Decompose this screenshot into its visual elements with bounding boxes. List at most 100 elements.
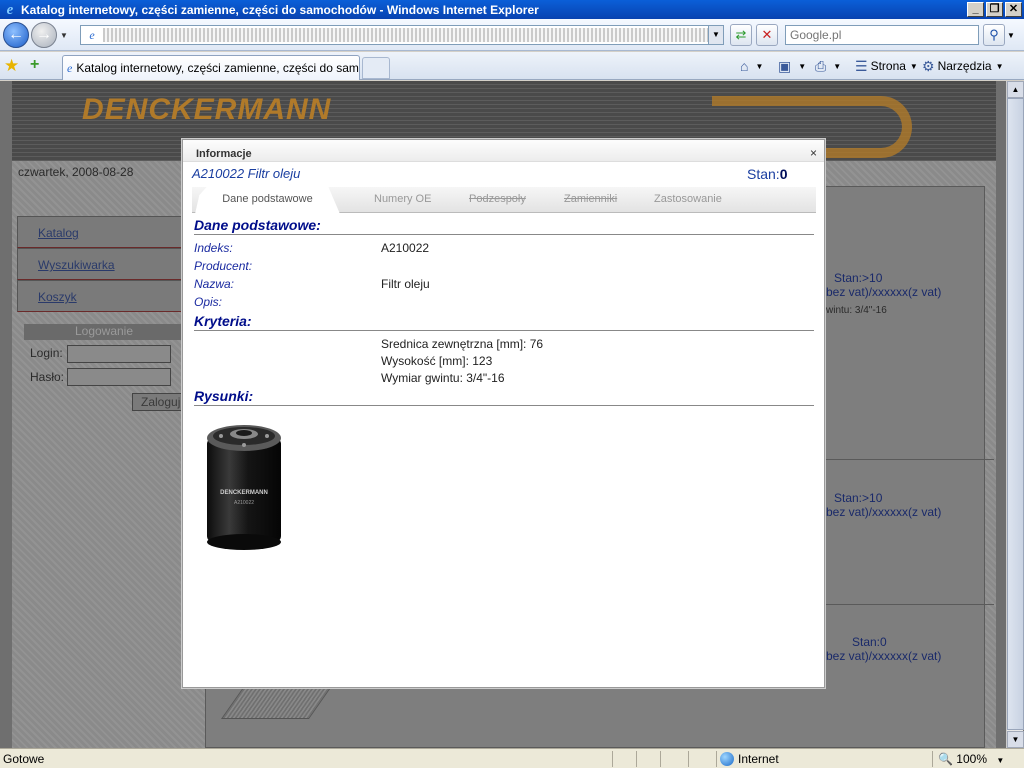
product-thread: wintu: 3/4"-16 bbox=[826, 305, 887, 316]
scroll-thumb[interactable] bbox=[1007, 98, 1024, 730]
history-dropdown-icon[interactable]: ▼ bbox=[60, 31, 68, 40]
minimize-button[interactable]: _ bbox=[967, 2, 984, 17]
criteria-item: Wysokość [mm]: 123 bbox=[381, 354, 493, 368]
divider bbox=[826, 604, 994, 605]
dialog-header: Informacje × bbox=[183, 140, 824, 162]
address-url[interactable] bbox=[103, 28, 708, 42]
product-price: bez vat)/xxxxxx(z vat) bbox=[826, 285, 942, 299]
favorites-star-icon[interactable]: ★ bbox=[4, 56, 19, 76]
divider bbox=[194, 234, 814, 235]
forward-button[interactable]: → bbox=[31, 22, 57, 48]
tab-zastosowanie[interactable]: Zastosowanie bbox=[654, 193, 722, 205]
page-menu-icon: ☰ bbox=[855, 57, 868, 74]
globe-icon bbox=[720, 752, 734, 766]
tools-menu-button[interactable]: ⚙ Narzędzia ▼ bbox=[922, 56, 1004, 76]
product-price: bez vat)/xxxxxx(z vat) bbox=[826, 649, 942, 663]
filter-brand-text: DENCKERMANN bbox=[220, 490, 268, 496]
search-input[interactable] bbox=[785, 25, 979, 45]
section-heading-basic: Dane podstawowe: bbox=[194, 217, 321, 233]
menu-item-wyszukiwarka[interactable]: Wyszukiwarka bbox=[17, 248, 183, 280]
current-date: czwartek, 2008-08-28 bbox=[18, 165, 134, 179]
tab-title: Katalog internetowy, części zamienne, cz… bbox=[76, 61, 360, 75]
menu-item-koszyk[interactable]: Koszyk bbox=[17, 280, 183, 312]
password-label: Hasło: bbox=[30, 370, 65, 384]
divider bbox=[716, 751, 717, 767]
gear-icon: ⚙ bbox=[922, 57, 935, 74]
home-icon: ⌂ bbox=[740, 58, 749, 74]
scroll-down-icon[interactable]: ▼ bbox=[1007, 731, 1024, 748]
product-row: Stan:>10 bez vat)/xxxxxx(z vat) bbox=[826, 491, 996, 519]
dialog-close-button[interactable]: × bbox=[810, 146, 817, 160]
field-value: Filtr oleju bbox=[381, 277, 430, 291]
password-field[interactable] bbox=[67, 368, 171, 386]
home-button[interactable]: ⌂ ▼ bbox=[740, 56, 763, 76]
rss-icon: ▣ bbox=[778, 57, 792, 74]
stock-value: 0 bbox=[779, 166, 788, 182]
tab-numery-oe[interactable]: Numery OE bbox=[374, 193, 431, 205]
address-dropdown-icon[interactable]: ▼ bbox=[708, 26, 723, 44]
ie-logo-icon: e bbox=[6, 1, 14, 18]
scroll-up-icon[interactable]: ▲ bbox=[1007, 81, 1024, 98]
address-bar[interactable]: e ▼ bbox=[80, 25, 724, 45]
maximize-button[interactable]: ❐ bbox=[986, 2, 1003, 17]
divider bbox=[932, 751, 933, 767]
divider bbox=[636, 751, 637, 767]
divider bbox=[194, 330, 814, 331]
login-label: Login: bbox=[30, 346, 63, 360]
tab-podzespoly[interactable]: Podzespoły bbox=[469, 193, 526, 205]
product-stan: Stan:>10 bbox=[834, 271, 883, 285]
dialog-tabs: Dane podstawowe Numery OE Podzespoły Zam… bbox=[192, 187, 816, 214]
status-text: Gotowe bbox=[3, 752, 45, 766]
product-title: A210022 Filtr oleju bbox=[192, 166, 301, 181]
field-label: Opis: bbox=[194, 295, 223, 309]
product-row: Stan:0 bez vat)/xxxxxx(z vat) bbox=[826, 635, 996, 663]
address-toolbar: ← → ▼ e ▼ ⇄ ✕ ⚲ ▼ bbox=[0, 19, 1024, 51]
site-logo: DENCKERMANN bbox=[82, 93, 332, 126]
stop-button[interactable]: ✕ bbox=[756, 24, 778, 46]
divider bbox=[688, 751, 689, 767]
print-button[interactable]: ⎙ ▼ bbox=[815, 56, 841, 76]
zoom-dropdown-icon[interactable]: ▼ bbox=[996, 756, 1004, 765]
menu-item-katalog[interactable]: Katalog bbox=[17, 216, 183, 248]
feeds-button[interactable]: ▣ ▼ bbox=[778, 56, 806, 76]
stock-status: Stan:0 bbox=[747, 166, 788, 182]
back-button[interactable]: ← bbox=[3, 22, 29, 48]
divider bbox=[194, 405, 814, 406]
zone-label: Internet bbox=[738, 752, 779, 766]
tab-toolbar: ★ + e Katalog internetowy, części zamien… bbox=[0, 52, 1024, 80]
divider bbox=[660, 751, 661, 767]
tab-dane-podstawowe[interactable]: Dane podstawowe bbox=[195, 187, 340, 214]
product-price: bez vat)/xxxxxx(z vat) bbox=[826, 505, 942, 519]
page-icon: e bbox=[67, 60, 73, 75]
field-value: A210022 bbox=[381, 241, 430, 255]
new-tab-button[interactable] bbox=[362, 57, 390, 79]
side-menu: Katalog Wyszukiwarka Koszyk bbox=[17, 216, 183, 312]
vertical-scrollbar[interactable]: ▲ ▼ bbox=[1006, 81, 1024, 748]
zoom-level: 100% bbox=[956, 752, 987, 766]
security-zone: Internet bbox=[720, 752, 779, 766]
login-field[interactable] bbox=[67, 345, 171, 363]
filter-code-text: A210022 bbox=[234, 500, 254, 506]
zoom-control[interactable]: 🔍 100% ▼ bbox=[938, 752, 1004, 766]
close-window-button[interactable]: ✕ bbox=[1005, 2, 1022, 17]
field-label: Indeks: bbox=[194, 241, 233, 255]
window-title: Katalog internetowy, części zamienne, cz… bbox=[21, 2, 539, 17]
add-favorites-icon[interactable]: + bbox=[30, 56, 39, 74]
tab-zamienniki[interactable]: Zamienniki bbox=[564, 193, 617, 205]
login-button[interactable]: Zaloguj bbox=[132, 393, 182, 411]
field-label: Producent: bbox=[194, 259, 253, 273]
field-label: Nazwa: bbox=[194, 277, 235, 291]
info-dialog: Informacje × A210022 Filtr oleju Stan:0 … bbox=[182, 139, 825, 688]
tab-active[interactable]: e Katalog internetowy, części zamienne, … bbox=[62, 55, 360, 80]
section-heading-criteria: Kryteria: bbox=[194, 313, 252, 329]
dialog-title: Informacje bbox=[196, 148, 252, 160]
divider bbox=[826, 459, 994, 460]
refresh-button[interactable]: ⇄ bbox=[730, 24, 752, 46]
oil-filter-image: DENCKERMANN A210022 bbox=[207, 425, 281, 550]
page-menu-button[interactable]: ☰ Strona ▼ bbox=[855, 56, 918, 76]
section-heading-drawings: Rysunki: bbox=[194, 388, 254, 404]
search-options-dropdown-icon[interactable]: ▼ bbox=[1007, 31, 1015, 40]
zoom-icon: 🔍 bbox=[938, 752, 953, 766]
criteria-item: Wymiar gwintu: 3/4"-16 bbox=[381, 371, 505, 385]
search-icon[interactable]: ⚲ bbox=[983, 24, 1005, 46]
